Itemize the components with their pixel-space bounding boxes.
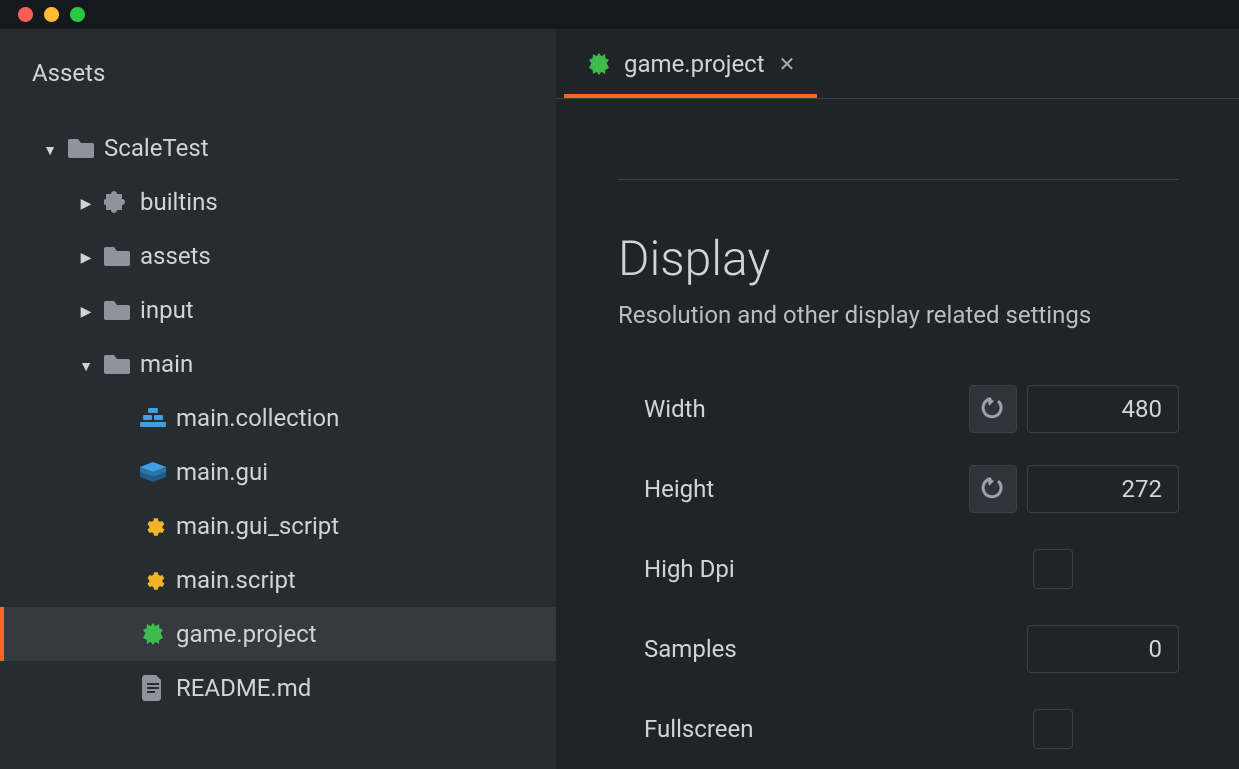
chevron-right-icon[interactable]: ▶ — [78, 250, 94, 266]
undo-icon — [979, 475, 1007, 503]
tree-item-game-project[interactable]: ▶game.project — [0, 607, 556, 661]
tree-item-label: ScaleTest — [104, 134, 209, 162]
chevron-down-icon[interactable]: ▼ — [42, 142, 58, 159]
field-height: Height — [618, 449, 1179, 529]
field-fullscreen: Fullscreen — [618, 689, 1179, 769]
tree-item-input[interactable]: ▶ input — [0, 283, 556, 337]
reset-button[interactable] — [969, 465, 1017, 513]
traffic-lights — [18, 7, 85, 22]
assets-tree: ▼ ScaleTest ▶ builtins ▶ assets ▶ input ▼ main ▶ma… — [0, 121, 556, 715]
undo-icon — [979, 395, 1007, 423]
assets-panel-title: Assets — [0, 59, 556, 121]
chevron-right-icon[interactable]: ▶ — [78, 196, 94, 212]
folder-icon — [104, 297, 130, 323]
tree-item-label: builtins — [140, 188, 218, 216]
collection-icon — [140, 405, 166, 431]
fields: Width Height High Dpi Samples Fullscreen — [618, 369, 1179, 769]
tree-item-label: main — [140, 350, 193, 378]
section-title: Display — [618, 230, 1179, 287]
window-zoom-button[interactable] — [70, 7, 85, 22]
field-label: Width — [618, 395, 969, 423]
field-width: Width — [618, 369, 1179, 449]
folder-icon — [104, 351, 130, 377]
tree-item-label: game.project — [176, 620, 317, 648]
tree-item-main-gui[interactable]: ▶main.gui — [0, 445, 556, 499]
tab-label: game.project — [624, 50, 765, 78]
tree-item-label: assets — [140, 242, 211, 270]
tree-item-label: main.gui — [176, 458, 268, 486]
tree-item-readme-md[interactable]: ▶README.md — [0, 661, 556, 715]
tree-item-main-script[interactable]: ▶main.script — [0, 553, 556, 607]
chevron-right-icon[interactable]: ▶ — [78, 304, 94, 320]
tree-item-builtins[interactable]: ▶ builtins — [0, 175, 556, 229]
chevron-down-icon[interactable]: ▼ — [78, 358, 94, 375]
samples-input[interactable] — [1027, 625, 1179, 673]
assets-panel: Assets ▼ScaleTest▶builtins▶assets▶input▼… — [0, 29, 556, 769]
window-close-button[interactable] — [18, 7, 33, 22]
field-samples: Samples — [618, 609, 1179, 689]
puzzle-icon — [104, 189, 130, 215]
project-icon — [586, 51, 612, 77]
editor-content: Display Resolution and other display rel… — [556, 99, 1239, 769]
field-label: High Dpi — [618, 555, 969, 583]
editor-area: game.project ✕ Display Resolution and ot… — [556, 29, 1239, 769]
cog-icon — [140, 513, 166, 539]
height-input[interactable] — [1027, 465, 1179, 513]
tree-item-label: main.collection — [176, 404, 339, 432]
high-dpi-checkbox[interactable] — [1033, 549, 1073, 589]
window-minimize-button[interactable] — [44, 7, 59, 22]
field-label: Height — [618, 475, 969, 503]
tree-item-main-collection[interactable]: ▶main.collection — [0, 391, 556, 445]
body: Assets ▼ScaleTest▶builtins▶assets▶input▼… — [0, 29, 1239, 769]
tree-item-scaletest[interactable]: ▼ ScaleTest — [0, 121, 556, 175]
field-label: Samples — [618, 635, 969, 663]
tree-item-main-gui-script[interactable]: ▶main.gui_script — [0, 499, 556, 553]
section-subtitle: Resolution and other display related set… — [618, 301, 1179, 329]
reset-button[interactable] — [969, 385, 1017, 433]
titlebar — [0, 0, 1239, 29]
folder-icon — [104, 243, 130, 269]
tree-item-label: README.md — [176, 674, 311, 702]
divider — [618, 179, 1179, 180]
folder-icon — [68, 135, 94, 161]
gui-icon — [140, 459, 166, 485]
field-label: Fullscreen — [618, 715, 969, 743]
cog-icon — [140, 567, 166, 593]
tree-item-label: main.script — [176, 566, 296, 594]
close-icon[interactable]: ✕ — [779, 52, 796, 76]
doc-icon — [140, 675, 166, 701]
tree-item-assets[interactable]: ▶ assets — [0, 229, 556, 283]
tab-game-project[interactable]: game.project ✕ — [564, 32, 817, 98]
tree-item-label: main.gui_script — [176, 512, 339, 540]
tree-item-label: input — [140, 296, 194, 324]
tree-item-main[interactable]: ▼ main — [0, 337, 556, 391]
width-input[interactable] — [1027, 385, 1179, 433]
app-window: Assets ▼ScaleTest▶builtins▶assets▶input▼… — [0, 0, 1239, 769]
project-icon — [140, 621, 166, 647]
field-high-dpi: High Dpi — [618, 529, 1179, 609]
fullscreen-checkbox[interactable] — [1033, 709, 1073, 749]
tab-bar: game.project ✕ — [556, 29, 1239, 99]
